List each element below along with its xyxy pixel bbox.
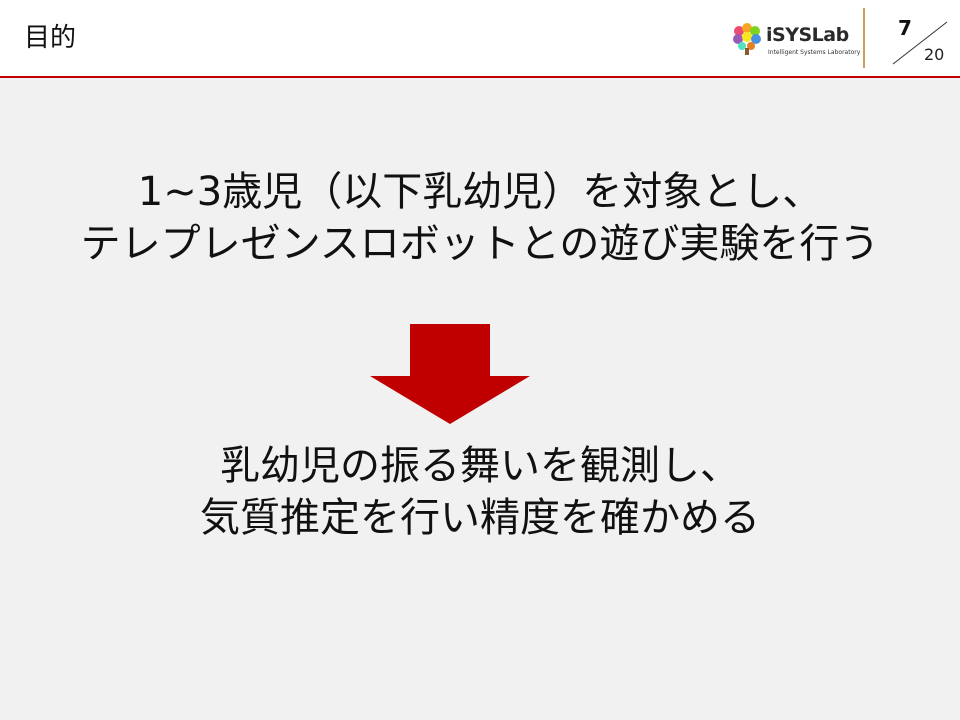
logo-subtitle: Intelligent Systems Laboratory xyxy=(768,49,861,56)
logo-name: iSYSLab xyxy=(766,24,849,46)
statement-line: 1~3歳児（以下乳幼児）を対象とし、 xyxy=(137,169,823,215)
goal-line: 気質推定を行い精度を確かめる xyxy=(200,495,760,541)
header-separator xyxy=(863,8,865,68)
down-arrow-icon xyxy=(370,324,530,424)
page-number-current: 7 xyxy=(898,16,912,40)
page-number-total: 20 xyxy=(924,45,945,64)
goal-line: 乳幼児の振る舞いを観測し、 xyxy=(220,443,740,489)
slide-title: 目的 xyxy=(24,23,77,53)
experiment-statement: 1~3歳児（以下乳幼児）を対象とし、 テレプレゼンスロボットとの遊び実験を行う xyxy=(0,166,960,270)
brain-icon xyxy=(733,23,761,55)
statement-line: テレプレゼンスロボットとの遊び実験を行う xyxy=(80,221,880,267)
goal-statement: 乳幼児の振る舞いを観測し、 気質推定を行い精度を確かめる xyxy=(0,440,960,544)
slide-header: 目的 iSYSLab Intelligent Systems Laborator… xyxy=(0,0,960,76)
header-rule xyxy=(0,76,960,78)
isyslab-logo: iSYSLab Intelligent Systems Laboratory xyxy=(730,22,860,66)
